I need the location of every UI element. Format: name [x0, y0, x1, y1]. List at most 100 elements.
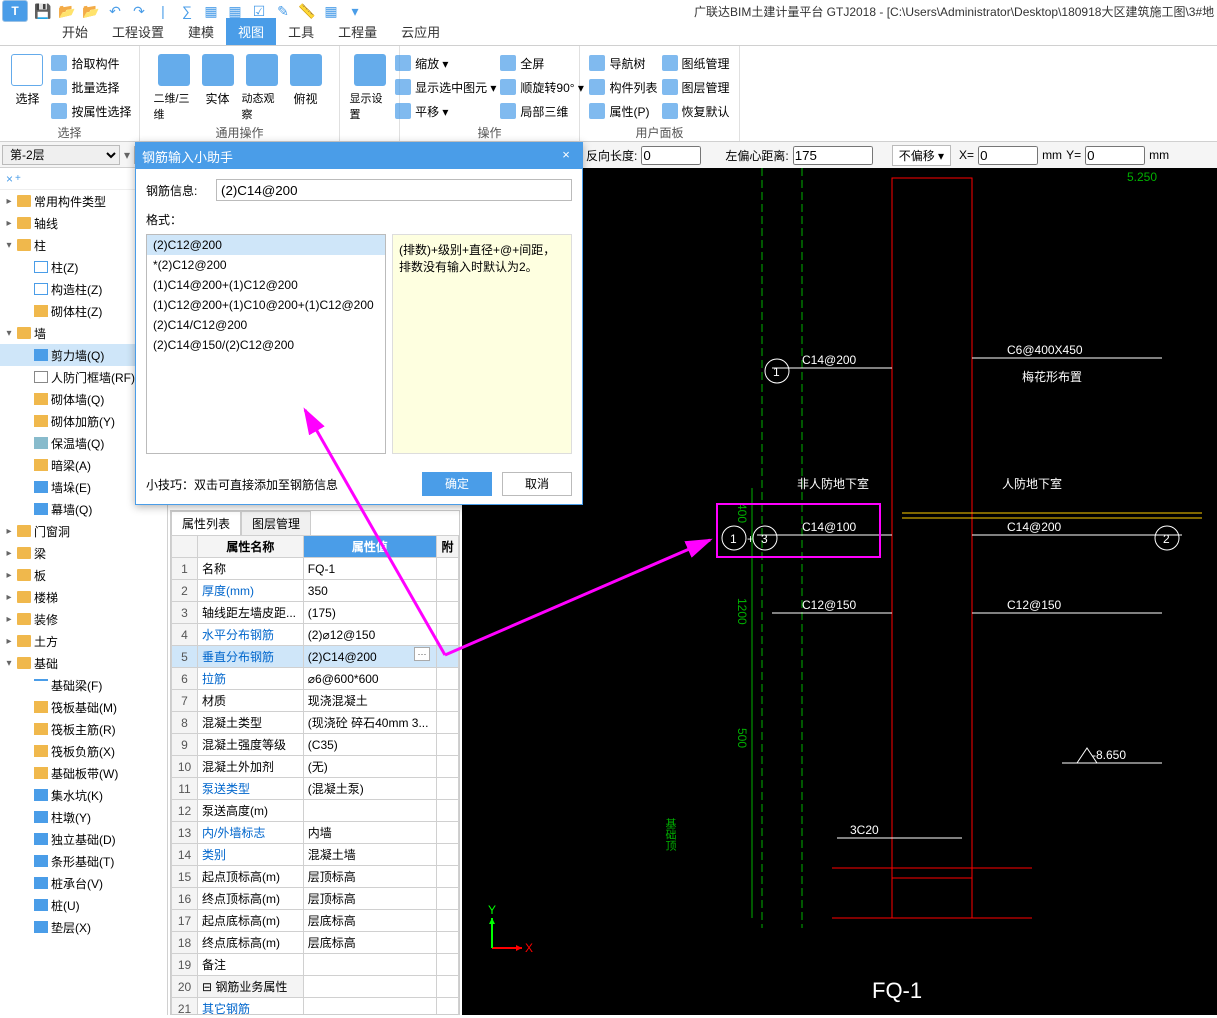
- solid-button[interactable]: 实体: [198, 48, 238, 107]
- tree-cushion[interactable]: 垫层(X): [0, 916, 167, 938]
- property-row[interactable]: 17起点底标高(m)层底标高: [172, 910, 459, 932]
- display-settings-button[interactable]: 显示设置: [350, 48, 390, 122]
- layermgr-button[interactable]: 图层管理: [662, 76, 730, 98]
- property-row[interactable]: 8混凝土类型(现浇砼 碎石40mm 3...: [172, 712, 459, 734]
- property-row[interactable]: 7材质现浇混凝土: [172, 690, 459, 712]
- 2d3d-button[interactable]: 二维/三维: [154, 48, 194, 122]
- property-row[interactable]: 11泵送类型(混凝土泵): [172, 778, 459, 800]
- tree-fbeam[interactable]: 基础梁(F): [0, 674, 167, 696]
- drawmgr-button[interactable]: 图纸管理: [662, 52, 730, 74]
- qat-ruler-icon[interactable]: 📏: [298, 3, 316, 19]
- property-row[interactable]: 2厚度(mm)350: [172, 580, 459, 602]
- tab-cloud[interactable]: 云应用: [389, 18, 452, 45]
- tree-pile[interactable]: 桩(U): [0, 894, 167, 916]
- format-item[interactable]: (1)C14@200+(1)C12@200: [147, 275, 385, 295]
- tree-found[interactable]: ▾基础: [0, 652, 167, 674]
- qat-pencil-icon[interactable]: ✎: [274, 3, 292, 19]
- property-row[interactable]: 16终点顶标高(m)层顶标高: [172, 888, 459, 910]
- property-row[interactable]: 19备注: [172, 954, 459, 976]
- tab-start[interactable]: 开始: [50, 18, 100, 45]
- qat-save-icon[interactable]: 💾: [34, 3, 52, 19]
- cancel-button[interactable]: 取消: [502, 472, 572, 496]
- tree-fstrip[interactable]: 基础板带(W): [0, 762, 167, 784]
- tree-pier[interactable]: 柱墩(Y): [0, 806, 167, 828]
- tab-model[interactable]: 建模: [176, 18, 226, 45]
- dynamic-view-button[interactable]: 动态观察: [242, 48, 282, 122]
- tree-isolated[interactable]: 独立基础(D): [0, 828, 167, 850]
- property-row[interactable]: 21 其它钢筋: [172, 998, 459, 1015]
- property-row[interactable]: 5垂直分布钢筋(2)C14@200⋯: [172, 646, 459, 668]
- property-row[interactable]: 18终点底标高(m)层底标高: [172, 932, 459, 954]
- showsel-button[interactable]: 显示选中图元 ▾: [395, 76, 496, 98]
- y-input[interactable]: [1085, 146, 1145, 165]
- props-button[interactable]: 属性(P): [589, 100, 657, 122]
- format-item[interactable]: *(2)C12@200: [147, 255, 385, 275]
- tree-door[interactable]: ▸门窗洞: [0, 520, 167, 542]
- tree-raftmain[interactable]: 筏板主筋(R): [0, 718, 167, 740]
- qat-comp-icon[interactable]: ▦: [226, 3, 244, 19]
- format-item[interactable]: (2)C14@150/(2)C12@200: [147, 335, 385, 355]
- restore-button[interactable]: 恢复默认: [662, 100, 730, 122]
- close-icon[interactable]: ×: [556, 146, 576, 166]
- qat-open-icon[interactable]: 📂: [58, 3, 76, 19]
- tree-deco[interactable]: ▸装修: [0, 608, 167, 630]
- x-input[interactable]: [978, 146, 1038, 165]
- qat-drop-icon[interactable]: ▾: [346, 3, 364, 19]
- tree-raftneg[interactable]: 筏板负筋(X): [0, 740, 167, 762]
- tree-slab[interactable]: ▸板: [0, 564, 167, 586]
- property-row[interactable]: 9混凝土强度等级(C35): [172, 734, 459, 756]
- tree-earth[interactable]: ▸土方: [0, 630, 167, 652]
- qat-open2-icon[interactable]: 📂: [82, 3, 100, 19]
- property-row[interactable]: 3轴线距左墙皮距...(175): [172, 602, 459, 624]
- more-button[interactable]: ⋯: [414, 647, 430, 661]
- tab-qty[interactable]: 工程量: [326, 18, 389, 45]
- rotate90-button[interactable]: 顺旋转90° ▾: [500, 76, 584, 98]
- property-row[interactable]: 14类别混凝土墙: [172, 844, 459, 866]
- leftoff-input[interactable]: [793, 146, 873, 165]
- tab-layermgr[interactable]: 图层管理: [241, 511, 311, 535]
- by-property-select[interactable]: 按属性选择: [51, 100, 131, 122]
- local3d-button[interactable]: 局部三维: [500, 100, 584, 122]
- property-row[interactable]: 4水平分布钢筋(2)⌀12@150: [172, 624, 459, 646]
- batch-select[interactable]: 批量选择: [51, 76, 131, 98]
- navtree-button[interactable]: 导航树: [589, 52, 657, 74]
- nooffset-select[interactable]: 不偏移 ▾: [892, 145, 951, 166]
- fullscreen-button[interactable]: 全屏: [500, 52, 584, 74]
- floor-select[interactable]: 第-2层: [2, 145, 120, 165]
- property-row[interactable]: 13内/外墙标志内墙: [172, 822, 459, 844]
- format-item[interactable]: (2)C12@200: [147, 235, 385, 255]
- tree-stair[interactable]: ▸楼梯: [0, 586, 167, 608]
- format-item[interactable]: (2)C14/C12@200: [147, 315, 385, 335]
- property-row[interactable]: 12泵送高度(m): [172, 800, 459, 822]
- tab-view[interactable]: 视图: [226, 18, 276, 45]
- tree-strip[interactable]: 条形基础(T): [0, 850, 167, 872]
- property-row[interactable]: 20⊟ 钢筋业务属性: [172, 976, 459, 998]
- qat-undo-icon[interactable]: ↶: [106, 3, 124, 19]
- tree-beam[interactable]: ▸梁: [0, 542, 167, 564]
- revlen-input[interactable]: [641, 146, 701, 165]
- select-button[interactable]: 选择: [7, 48, 47, 107]
- pick-component[interactable]: 拾取构件: [51, 52, 131, 74]
- property-row[interactable]: 1名称FQ-1: [172, 558, 459, 580]
- pan-button[interactable]: 平移 ▾: [395, 100, 496, 122]
- tab-project[interactable]: 工程设置: [100, 18, 176, 45]
- format-item[interactable]: (1)C12@200+(1)C10@200+(1)C12@200: [147, 295, 385, 315]
- complist-button[interactable]: 构件列表: [589, 76, 657, 98]
- tree-pilecap[interactable]: 桩承台(V): [0, 872, 167, 894]
- property-row[interactable]: 15起点顶标高(m)层顶标高: [172, 866, 459, 888]
- property-row[interactable]: 10混凝土外加剂(无): [172, 756, 459, 778]
- ok-button[interactable]: 确定: [422, 472, 492, 496]
- qat-cube-icon[interactable]: ▦: [202, 3, 220, 19]
- tab-proplist[interactable]: 属性列表: [171, 511, 241, 535]
- property-row[interactable]: 6拉筋⌀6@600*600: [172, 668, 459, 690]
- tree-raft[interactable]: 筏板基础(M): [0, 696, 167, 718]
- info-input[interactable]: [216, 179, 572, 201]
- tab-tool[interactable]: 工具: [276, 18, 326, 45]
- tree-sump[interactable]: 集水坑(K): [0, 784, 167, 806]
- qat-sum-icon[interactable]: ∑: [178, 3, 196, 19]
- qat-layer-icon[interactable]: ▦: [322, 3, 340, 19]
- zoom-button[interactable]: 缩放 ▾: [395, 52, 496, 74]
- qat-redo-icon[interactable]: ↷: [130, 3, 148, 19]
- topview-button[interactable]: 俯视: [286, 48, 326, 107]
- format-list[interactable]: (2)C12@200 *(2)C12@200 (1)C14@200+(1)C12…: [146, 234, 386, 454]
